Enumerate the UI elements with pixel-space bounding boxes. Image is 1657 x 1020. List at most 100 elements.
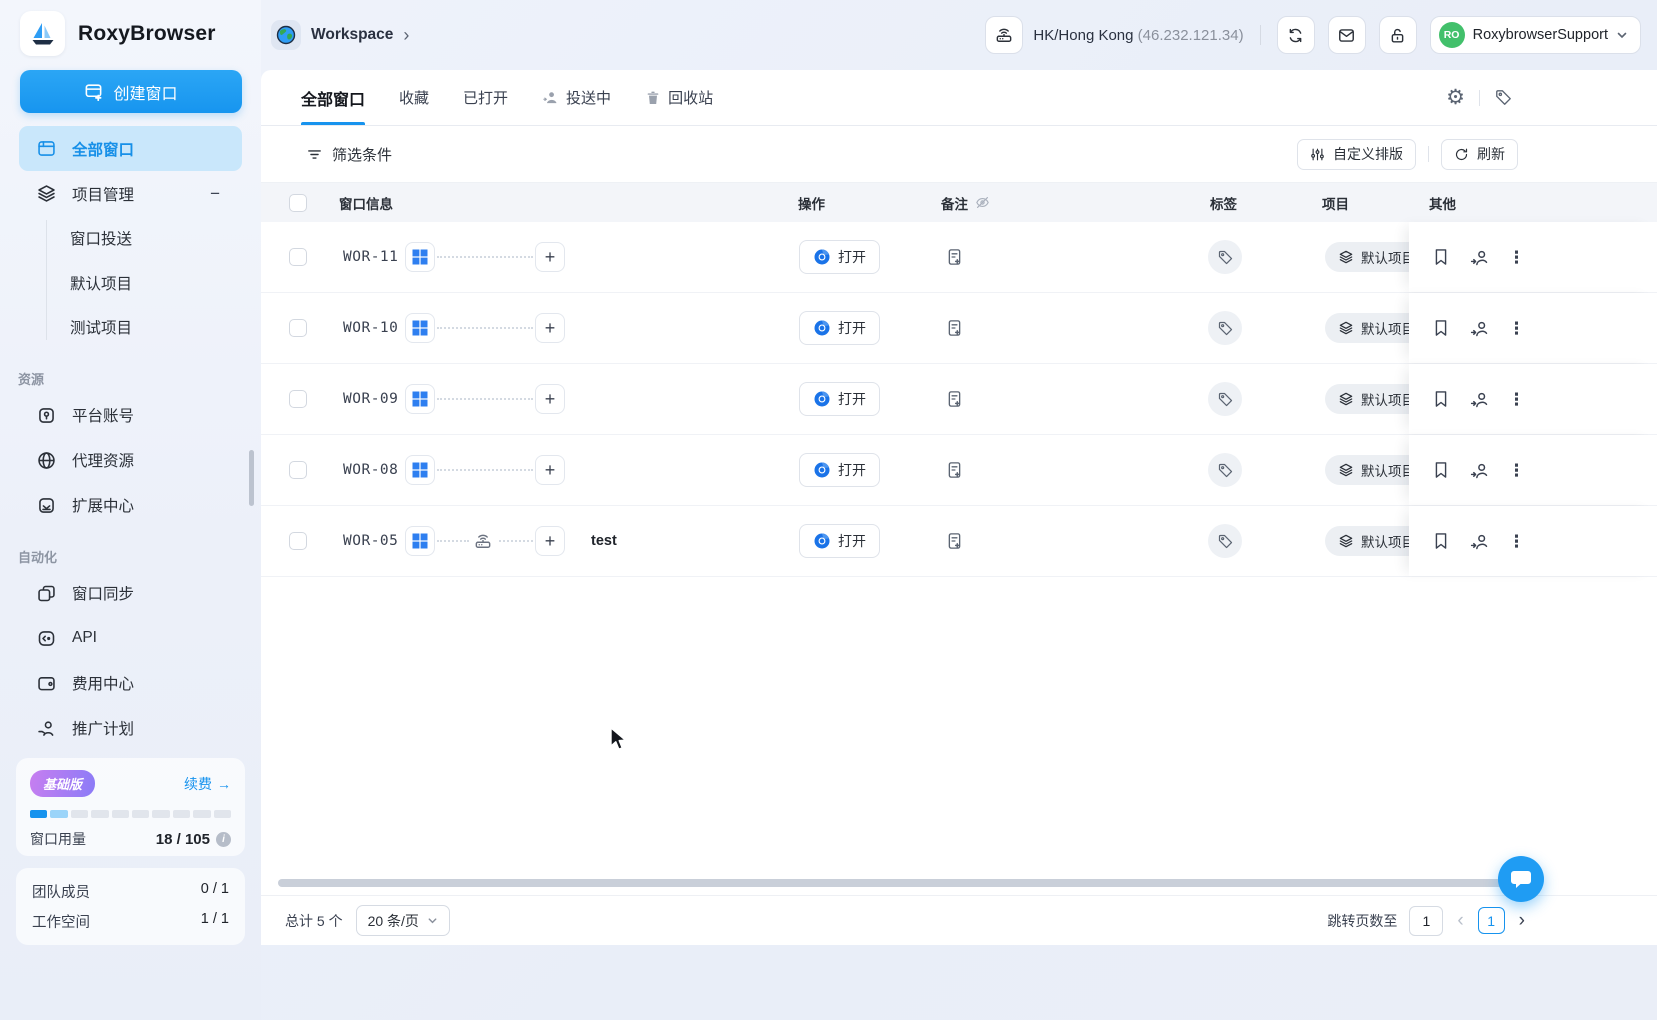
tab-all-windows[interactable]: 全部窗口 xyxy=(301,70,366,125)
add-proxy-button[interactable]: + xyxy=(535,455,565,485)
windows-os-button[interactable] xyxy=(405,455,435,485)
sidebar-item-referral-program[interactable]: 推广计划 xyxy=(19,706,242,751)
row-checkbox[interactable] xyxy=(289,390,307,408)
tab-favorites[interactable]: 收藏 xyxy=(399,70,429,125)
chevron-down-icon xyxy=(1617,32,1627,39)
more-menu-icon[interactable]: ⋮ xyxy=(1508,462,1525,479)
renew-link[interactable]: 续费 → xyxy=(184,774,231,794)
more-menu-icon[interactable]: ⋮ xyxy=(1508,249,1525,266)
add-note-button[interactable] xyxy=(945,390,964,409)
push-user-icon[interactable] xyxy=(1469,247,1490,268)
collapse-minus-icon[interactable]: − xyxy=(210,184,220,204)
tab-recycle-bin[interactable]: 回收站 xyxy=(645,70,713,125)
refresh-button[interactable]: 刷新 xyxy=(1441,138,1518,170)
page-1-button[interactable]: 1 xyxy=(1477,907,1505,934)
brand-name: RoxyBrowser xyxy=(78,21,216,45)
add-proxy-button[interactable]: + xyxy=(535,313,565,343)
sidebar-subitem-test-project[interactable]: 测试项目 xyxy=(0,305,261,350)
project-subnav: 窗口投送 默认项目 测试项目 xyxy=(0,216,261,350)
messages-button[interactable] xyxy=(1327,16,1366,54)
bookmark-icon[interactable] xyxy=(1431,318,1451,338)
lock-button[interactable] xyxy=(1378,16,1417,54)
add-note-button[interactable] xyxy=(945,532,964,551)
bookmark-icon[interactable] xyxy=(1431,389,1451,409)
push-user-icon[interactable] xyxy=(1469,460,1490,481)
team-card: 团队成员 0 / 1 工作空间 1 / 1 xyxy=(16,868,245,945)
push-user-icon[interactable] xyxy=(1469,531,1490,552)
row-checkbox[interactable] xyxy=(289,532,307,550)
push-user-icon[interactable] xyxy=(1469,389,1490,410)
next-page-icon[interactable]: › xyxy=(1517,911,1527,930)
add-tag-button[interactable] xyxy=(1208,240,1242,274)
windows-os-button[interactable] xyxy=(405,313,435,343)
support-chat-button[interactable] xyxy=(1498,856,1544,902)
connector-dots xyxy=(437,398,533,400)
col-tags: 标签 xyxy=(1210,196,1237,212)
sidebar-subitem-default-project[interactable]: 默认项目 xyxy=(0,261,261,306)
sidebar-item-label: 项目管理 xyxy=(72,186,135,204)
open-window-button[interactable]: 打开 xyxy=(799,240,880,274)
bookmark-icon[interactable] xyxy=(1431,247,1451,267)
add-proxy-button[interactable]: + xyxy=(535,242,565,272)
sidebar-item-project-management[interactable]: 项目管理 − xyxy=(19,171,242,216)
api-code-icon xyxy=(38,630,55,646)
more-menu-icon[interactable]: ⋮ xyxy=(1508,320,1525,337)
sidebar-item-extension-center[interactable]: 扩展中心 xyxy=(19,483,242,528)
add-tag-button[interactable] xyxy=(1208,382,1242,416)
row-checkbox[interactable] xyxy=(289,319,307,337)
push-user-icon[interactable] xyxy=(1469,318,1490,339)
tab-opened[interactable]: 已打开 xyxy=(463,70,508,125)
sidebar-item-api[interactable]: API xyxy=(19,616,242,661)
eye-off-icon[interactable] xyxy=(974,194,991,211)
row-checkbox[interactable] xyxy=(289,248,307,266)
tab-pushing[interactable]: 投送中 xyxy=(542,70,611,125)
actions-cell: 打开 xyxy=(799,524,880,558)
windows-os-button[interactable] xyxy=(405,384,435,414)
open-label: 打开 xyxy=(838,391,866,407)
bookmark-icon[interactable] xyxy=(1431,460,1451,480)
add-note-button[interactable] xyxy=(945,248,964,267)
open-window-button[interactable]: 打开 xyxy=(799,453,880,487)
page-size-select[interactable]: 20 条/页 xyxy=(355,905,450,936)
add-tag-button[interactable] xyxy=(1208,453,1242,487)
tabs-bar: 全部窗口 收藏 已打开 投送中 回收站 ⚙ xyxy=(261,70,1657,126)
sidebar-item-platform-accounts[interactable]: 平台账号 xyxy=(19,393,242,438)
more-menu-icon[interactable]: ⋮ xyxy=(1508,391,1525,408)
info-icon[interactable]: i xyxy=(216,831,231,847)
open-window-button[interactable]: 打开 xyxy=(799,311,880,345)
horizontal-scrollbar[interactable] xyxy=(278,879,1512,887)
settings-gear-icon[interactable]: ⚙ xyxy=(1446,87,1465,108)
bookmark-icon[interactable] xyxy=(1431,531,1451,551)
windows-os-button[interactable] xyxy=(405,526,435,556)
sidebar-item-proxy-resources[interactable]: 代理资源 xyxy=(19,438,242,483)
proxy-status[interactable]: HK/Hong Kong (46.232.121.34) xyxy=(985,16,1244,54)
workspace-selector[interactable]: Workspace › xyxy=(271,20,409,50)
add-tag-button[interactable] xyxy=(1208,524,1242,558)
sidebar-item-window-sync[interactable]: 窗口同步 xyxy=(19,571,242,616)
add-note-button[interactable] xyxy=(945,461,964,480)
sidebar-item-billing-center[interactable]: 费用中心 xyxy=(19,661,242,706)
add-note-button[interactable] xyxy=(945,319,964,338)
more-menu-icon[interactable]: ⋮ xyxy=(1508,533,1525,550)
add-proxy-button[interactable]: + xyxy=(535,384,565,414)
custom-layout-button[interactable]: 自定义排版 xyxy=(1297,138,1416,170)
prev-page-icon[interactable]: ‹ xyxy=(1455,911,1465,930)
open-window-button[interactable]: 打开 xyxy=(799,524,880,558)
sync-refresh-button[interactable] xyxy=(1276,16,1315,54)
add-tag-button[interactable] xyxy=(1208,311,1242,345)
jump-to-page-input[interactable] xyxy=(1409,905,1444,936)
account-menu[interactable]: RO RoxybrowserSupport xyxy=(1429,16,1641,54)
windows-os-button[interactable] xyxy=(405,242,435,272)
sidebar-scrollbar[interactable] xyxy=(249,450,254,506)
create-window-button[interactable]: 创建窗口 xyxy=(20,70,242,113)
add-proxy-button[interactable]: + xyxy=(535,526,565,556)
plus-icon: + xyxy=(544,246,556,267)
filter-conditions-toggle[interactable]: 筛选条件 xyxy=(306,144,392,165)
window-row: WOR-09 + 打开 默认项目 ⋮ xyxy=(261,364,1657,435)
tag-manager-icon[interactable] xyxy=(1494,88,1513,107)
open-window-button[interactable]: 打开 xyxy=(799,382,880,416)
sidebar-item-all-windows[interactable]: 全部窗口 xyxy=(19,126,242,171)
row-checkbox[interactable] xyxy=(289,461,307,479)
select-all-checkbox[interactable] xyxy=(289,183,307,222)
sidebar-subitem-window-push[interactable]: 窗口投送 xyxy=(0,216,261,261)
